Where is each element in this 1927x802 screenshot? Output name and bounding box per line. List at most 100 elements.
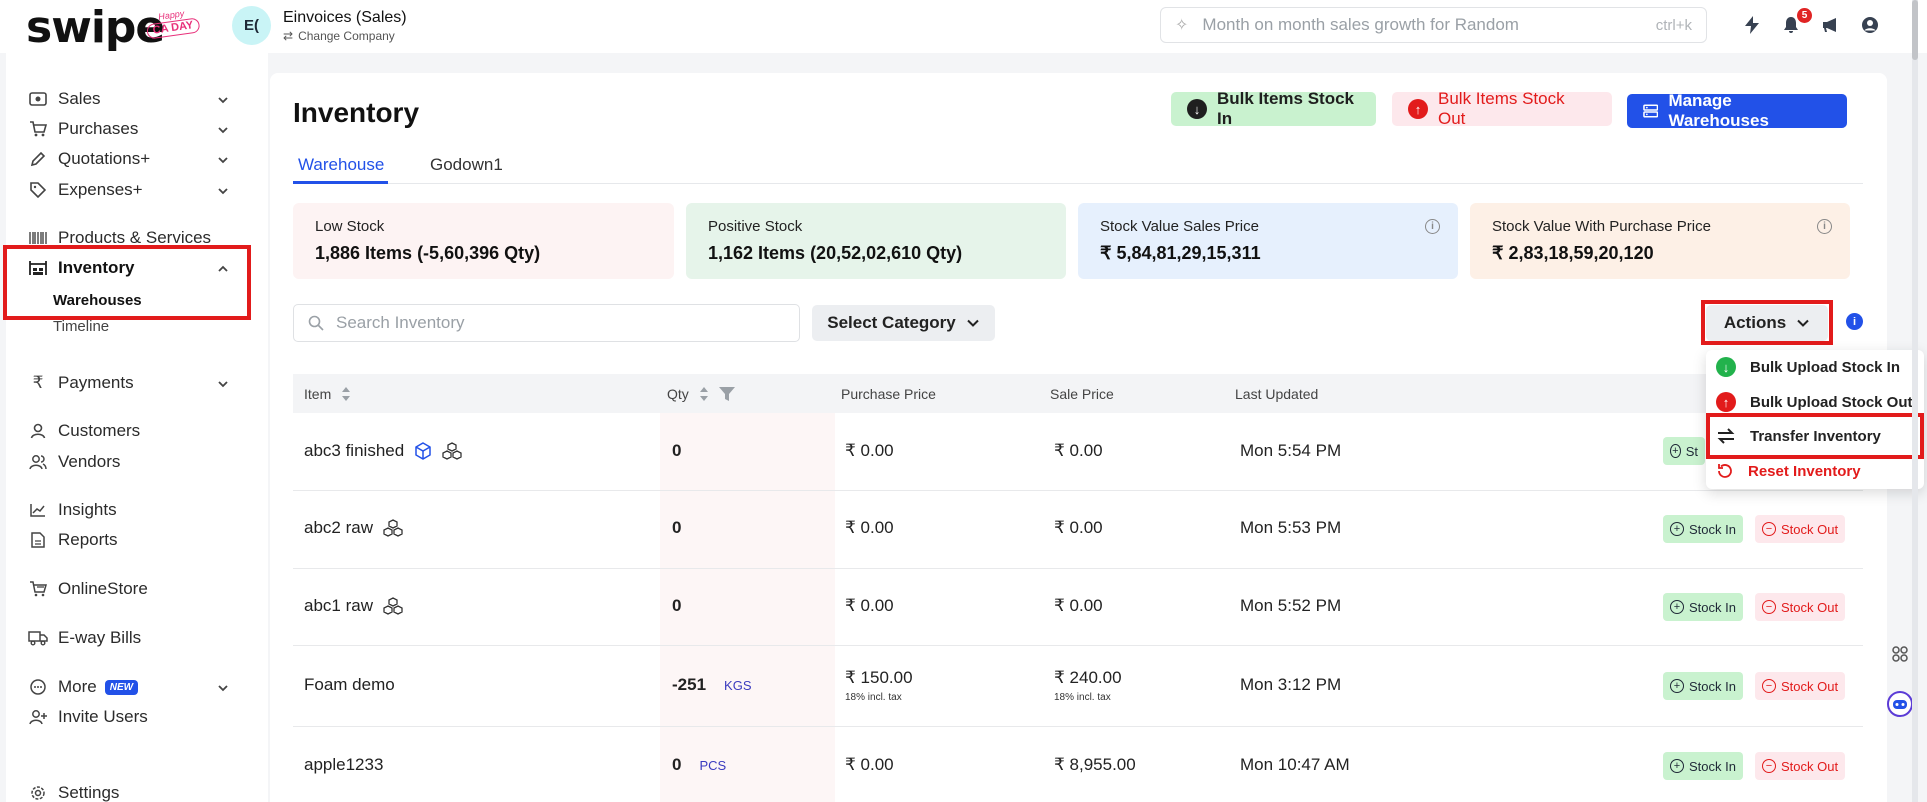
- change-company-link[interactable]: ⇄ Change Company: [283, 29, 395, 43]
- manage-warehouses-button[interactable]: Manage Warehouses: [1627, 91, 1847, 130]
- bulk-stock-in-button[interactable]: ↓ Bulk Items Stock In: [1171, 89, 1376, 128]
- page-scrollbar[interactable]: [1912, 0, 1918, 802]
- last-updated-value: Mon 10:47 AM: [1240, 755, 1350, 774]
- server-icon: [1643, 104, 1659, 118]
- tab-godown1[interactable]: Godown1: [430, 155, 503, 175]
- global-search-input[interactable]: ✧ Month on month sales growth for Random…: [1160, 7, 1707, 43]
- info-icon[interactable]: i: [1817, 219, 1832, 234]
- stock-in-button[interactable]: + Stock In: [1663, 515, 1743, 543]
- arrow-down-icon: ↓: [1187, 99, 1207, 119]
- positive-stock-card[interactable]: Positive Stock 1,162 Items (20,52,02,610…: [686, 203, 1066, 279]
- highlight-box-inventory: [3, 245, 251, 320]
- table-row-item[interactable]: abc3 finished: [304, 441, 462, 461]
- chevron-down-icon[interactable]: [216, 184, 230, 198]
- stock-out-button[interactable]: − Stock Out: [1755, 752, 1846, 780]
- stock-in-button[interactable]: + Stock In: [1663, 752, 1743, 780]
- column-header-item[interactable]: Item: [304, 386, 351, 402]
- page-title: Inventory: [293, 97, 420, 128]
- pen-icon: [28, 149, 48, 169]
- menu-item-bulk-upload-stock-out[interactable]: ↑ Bulk Upload Stock Out: [1716, 392, 1913, 412]
- lightning-icon[interactable]: [1741, 14, 1763, 36]
- swipe-logo[interactable]: swipe: [26, 2, 165, 53]
- sale-price-value: ₹ 0.00: [1054, 441, 1103, 460]
- stock-in-button[interactable]: + Stock In: [1663, 593, 1743, 621]
- chevron-down-icon[interactable]: [216, 93, 230, 107]
- sidebar-item-payments[interactable]: ₹ Payments: [28, 371, 134, 395]
- column-header-qty[interactable]: Qty: [667, 386, 735, 402]
- sort-icon[interactable]: [699, 386, 709, 402]
- sidebar-item-eway-bills[interactable]: E-way Bills: [28, 626, 141, 650]
- bulk-stock-out-button[interactable]: ↑ Bulk Items Stock Out: [1392, 89, 1612, 128]
- tab-divider: [293, 183, 1863, 184]
- menu-item-bulk-upload-stock-in[interactable]: ↓ Bulk Upload Stock In: [1716, 357, 1900, 377]
- sidebar-item-quotations[interactable]: Quotations+: [28, 147, 150, 171]
- sidebar-item-more[interactable]: More NEW: [28, 675, 139, 699]
- sidebar-item-insights[interactable]: Insights: [28, 498, 117, 522]
- low-stock-card[interactable]: Low Stock 1,886 Items (-5,60,396 Qty): [293, 203, 674, 279]
- sale-price-value: ₹ 8,955.00: [1054, 755, 1136, 774]
- sidebar-item-onlinestore[interactable]: OnlineStore: [28, 577, 148, 601]
- unit-label: PCS: [699, 757, 727, 773]
- user-icon: [28, 421, 48, 441]
- sidebar-item-reports[interactable]: Reports: [28, 528, 118, 552]
- cube-icon: [415, 442, 431, 460]
- company-avatar[interactable]: E(: [232, 6, 271, 45]
- chevron-down-icon[interactable]: [216, 377, 230, 391]
- user-account-icon[interactable]: [1859, 14, 1881, 36]
- sparkle-icon: ✧: [1175, 17, 1189, 34]
- chevron-down-icon[interactable]: [216, 681, 230, 695]
- qty-value: 0: [672, 518, 682, 537]
- info-icon[interactable]: i: [1846, 313, 1863, 330]
- scrollbar-thumb[interactable]: [1912, 0, 1918, 60]
- stock-in-button[interactable]: + St: [1663, 437, 1705, 465]
- sidebar-item-invite-users[interactable]: Invite Users: [28, 705, 148, 729]
- sidebar-item-vendors[interactable]: Vendors: [28, 450, 120, 474]
- select-category-dropdown[interactable]: Select Category: [812, 305, 995, 341]
- stock-in-button[interactable]: + Stock In: [1663, 672, 1743, 700]
- info-icon[interactable]: i: [1425, 219, 1440, 234]
- table-row-item[interactable]: abc2 raw: [304, 518, 403, 538]
- company-name[interactable]: Einvoices (Sales): [283, 9, 407, 27]
- minus-circle-icon: −: [1762, 759, 1776, 773]
- cash-icon: [28, 89, 48, 109]
- minus-circle-icon: −: [1762, 522, 1776, 536]
- sidebar-item-sales[interactable]: Sales: [28, 87, 101, 111]
- stock-value-sales-card[interactable]: Stock Value Sales Price ₹ 5,84,81,29,15,…: [1078, 203, 1458, 279]
- sidebar-item-customers[interactable]: Customers: [28, 419, 140, 443]
- stock-out-button[interactable]: − Stock Out: [1755, 593, 1846, 621]
- stock-value-purchase-card[interactable]: Stock Value With Purchase Price ₹ 2,83,1…: [1470, 203, 1850, 279]
- sidebar-item-settings[interactable]: Settings: [28, 781, 119, 802]
- last-updated-value: Mon 5:52 PM: [1240, 596, 1342, 615]
- reset-icon: [1718, 464, 1732, 478]
- last-updated-value: Mon 5:53 PM: [1240, 518, 1342, 537]
- sidebar-item-purchases[interactable]: Purchases: [28, 117, 138, 141]
- stock-out-button[interactable]: − Stock Out: [1755, 515, 1846, 543]
- qty-value: 0: [672, 596, 682, 615]
- purchase-price-value: ₹ 0.00: [845, 518, 894, 537]
- megaphone-icon[interactable]: [1820, 14, 1842, 36]
- sidebar-item-expenses[interactable]: Expenses+: [28, 178, 143, 202]
- table-row-item[interactable]: apple1233: [304, 755, 383, 775]
- table-row-item[interactable]: Foam demo: [304, 675, 395, 695]
- table-row-item[interactable]: abc1 raw: [304, 596, 403, 616]
- minus-circle-icon: −: [1762, 679, 1776, 693]
- arrow-down-circle-icon: ↓: [1716, 357, 1736, 377]
- inventory-search-input[interactable]: Search Inventory: [293, 304, 800, 342]
- sort-icon[interactable]: [341, 386, 351, 402]
- tab-warehouse[interactable]: Warehouse: [298, 155, 384, 175]
- add-user-icon: [28, 707, 48, 727]
- active-tab-indicator: [293, 181, 388, 184]
- sale-price-value: ₹ 240.00: [1054, 668, 1122, 687]
- filter-icon[interactable]: [718, 387, 735, 401]
- gear-icon: [28, 783, 48, 802]
- chat-assistant-icon[interactable]: [1886, 690, 1914, 718]
- plus-circle-icon: +: [1670, 759, 1684, 773]
- chevron-down-icon[interactable]: [216, 123, 230, 137]
- chevron-down-icon[interactable]: [216, 153, 230, 167]
- sidebar-subitem-timeline[interactable]: Timeline: [53, 318, 109, 335]
- menu-item-reset-inventory[interactable]: Reset Inventory: [1716, 462, 1861, 480]
- stock-out-button[interactable]: − Stock Out: [1755, 672, 1846, 700]
- row-divider: [293, 490, 1863, 491]
- grid-apps-icon[interactable]: [1886, 640, 1914, 668]
- last-updated-value: Mon 3:12 PM: [1240, 675, 1342, 694]
